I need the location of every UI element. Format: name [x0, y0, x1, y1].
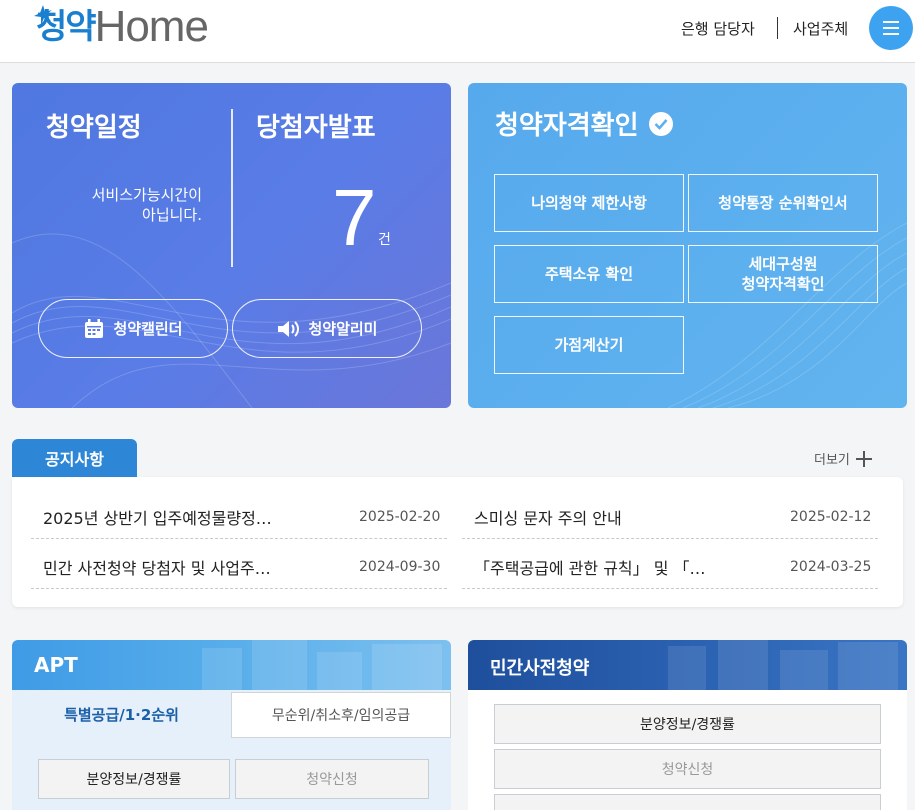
apt-title: APT — [34, 653, 78, 677]
schedule-message-line2: 아닙니다. — [142, 206, 202, 224]
score-calculator-button[interactable]: 가점계산기 — [494, 316, 684, 374]
notice-date: 2024-09-30 — [359, 559, 441, 575]
tab-unranked-supply[interactable]: 무순위/취소후/임의공급 — [231, 692, 451, 738]
schedule-title: 청약일정 — [46, 113, 142, 143]
household-eligibility-button[interactable]: 세대구성원 청약자격확인 — [688, 245, 878, 303]
household-eligibility-line2: 청약자격확인 — [741, 275, 825, 293]
restriction-button[interactable]: 나의청약 제한사항 — [494, 174, 684, 232]
logo-star-icon — [34, 5, 52, 25]
eligibility-title-text: 청약자격확인 — [495, 111, 639, 141]
calendar-button-label: 청약캘린더 — [113, 320, 183, 338]
notice-date: 2025-02-12 — [790, 509, 872, 525]
calendar-icon — [85, 318, 104, 338]
notice-title: 「주택공급에 관한 규칙」 및 「… — [474, 559, 706, 578]
business-entity-link[interactable]: 사업주체 — [793, 18, 848, 39]
check-circle-icon — [648, 111, 673, 136]
winners-unit: 건 — [378, 232, 391, 248]
bank-officer-link[interactable]: 은행 담당자 — [681, 18, 755, 39]
house-ownership-button[interactable]: 주택소유 확인 — [494, 245, 684, 303]
card-divider — [231, 109, 233, 267]
eligibility-card: 청약자격확인 나의청약 제한사항 청약통장 순위확인서 주택소유 확인 세대구성… — [468, 83, 907, 408]
pre-apply-button[interactable]: 청약신청 — [494, 749, 881, 789]
apt-section: APT 특별공급/1·2순위 무순위/취소후/임의공급 분양정보/경쟁률 청약신… — [12, 640, 451, 810]
notice-item[interactable]: 민간 사전청약 당첨자 및 사업주… 2024-09-30 — [31, 541, 447, 589]
schedule-card: 청약일정 서비스가능시간이 아닙니다. 당첨자발표 7 건 청약캘린더 청약알리… — [12, 83, 451, 408]
winners-count[interactable]: 7 — [332, 173, 377, 263]
site-logo[interactable]: 청약 Home — [30, 2, 209, 52]
speaker-icon — [278, 320, 300, 337]
notice-tab[interactable]: 공지사항 — [12, 439, 137, 477]
pre-subscription-title: 민간사전청약 — [490, 658, 590, 679]
pre-extra-button[interactable] — [494, 794, 881, 810]
pre-subscription-section: 민간사전청약 분양정보/경쟁률 청약신청 — [468, 640, 907, 810]
notice-title: 2025년 상반기 입주예정물량정… — [43, 509, 272, 528]
notice-item[interactable]: 스미싱 문자 주의 안내 2025-02-12 — [462, 491, 878, 539]
notice-item[interactable]: 2025년 상반기 입주예정물량정… 2025-02-20 — [31, 491, 447, 539]
apt-sale-info-button[interactable]: 분양정보/경쟁률 — [38, 759, 230, 799]
notice-title: 스미싱 문자 주의 안내 — [474, 509, 622, 528]
notice-date: 2024-03-25 — [790, 559, 872, 575]
menu-button[interactable] — [869, 6, 913, 50]
winners-title: 당첨자발표 — [256, 113, 376, 143]
site-header: 청약 Home 은행 담당자 사업주체 — [0, 0, 915, 63]
household-eligibility-line1: 세대구성원 — [748, 255, 818, 273]
pre-subscription-header: 민간사전청약 — [468, 640, 907, 690]
more-label: 더보기 — [814, 453, 850, 468]
alarm-button[interactable]: 청약알리미 — [232, 299, 422, 358]
notice-title: 민간 사전청약 당첨자 및 사업주… — [43, 559, 271, 578]
plus-icon — [855, 450, 872, 467]
tab-special-supply[interactable]: 특별공급/1·2순위 — [12, 690, 231, 738]
account-rank-button[interactable]: 청약통장 순위확인서 — [688, 174, 878, 232]
header-divider — [777, 17, 778, 39]
hamburger-icon — [883, 21, 899, 35]
schedule-message-line1: 서비스가능시간이 — [91, 186, 202, 204]
more-link[interactable]: 더보기 — [814, 449, 872, 468]
notice-date: 2025-02-20 — [359, 509, 441, 525]
schedule-message: 서비스가능시간이 아닙니다. — [52, 185, 202, 225]
notice-list: 2025년 상반기 입주예정물량정… 2025-02-20 스미싱 문자 주의 … — [12, 477, 903, 607]
apt-header: APT — [12, 640, 451, 690]
alarm-button-label: 청약알리미 — [308, 320, 378, 338]
notice-item[interactable]: 「주택공급에 관한 규칙」 및 「… 2024-03-25 — [462, 541, 878, 589]
apt-apply-button[interactable]: 청약신청 — [235, 759, 429, 799]
pre-sale-info-button[interactable]: 분양정보/경쟁률 — [494, 704, 881, 744]
logo-english-text: Home — [94, 2, 209, 51]
eligibility-title: 청약자격확인 — [495, 105, 673, 142]
calendar-button[interactable]: 청약캘린더 — [38, 299, 228, 358]
